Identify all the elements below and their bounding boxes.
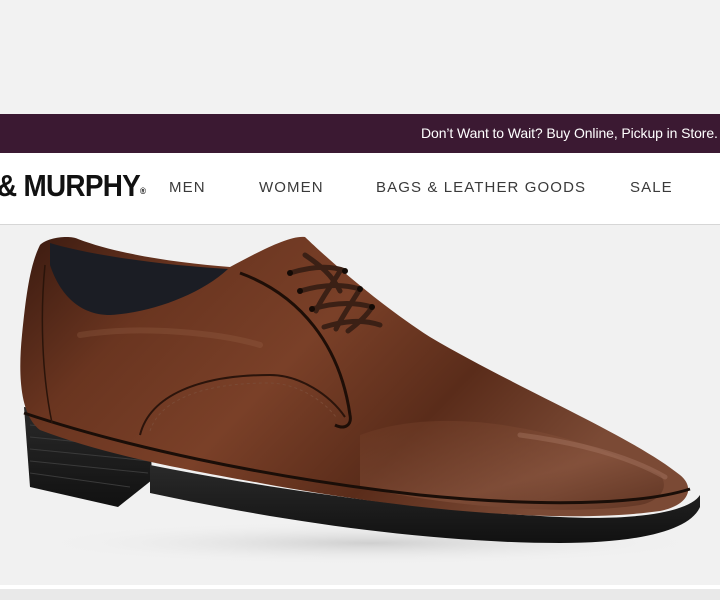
nav-item-sale[interactable]: SALE <box>630 153 673 223</box>
brand-logo-text: & MURPHY <box>0 168 141 203</box>
hero-product-image[interactable] <box>0 225 720 585</box>
nav-item-men[interactable]: MEN <box>169 153 206 223</box>
promo-text[interactable]: Don’t Want to Wait? Buy Online, Pickup i… <box>421 114 718 153</box>
nav-item-women[interactable]: WOMEN <box>259 153 324 223</box>
shoe-illustration <box>20 236 710 565</box>
nav-item-bags-leather-goods[interactable]: BAGS & LEATHER GOODS <box>376 153 586 223</box>
page: Don’t Want to Wait? Buy Online, Pickup i… <box>0 0 720 600</box>
bottom-strip <box>0 585 720 600</box>
registered-mark: ® <box>140 186 147 196</box>
promo-banner[interactable]: Don’t Want to Wait? Buy Online, Pickup i… <box>0 114 720 153</box>
brand-logo[interactable]: & MURPHY® <box>0 167 146 210</box>
next-section-edge <box>0 589 720 600</box>
main-navigation: & MURPHY® MEN WOMEN BAGS & LEATHER GOODS… <box>0 153 720 225</box>
top-blank-area <box>0 0 720 114</box>
